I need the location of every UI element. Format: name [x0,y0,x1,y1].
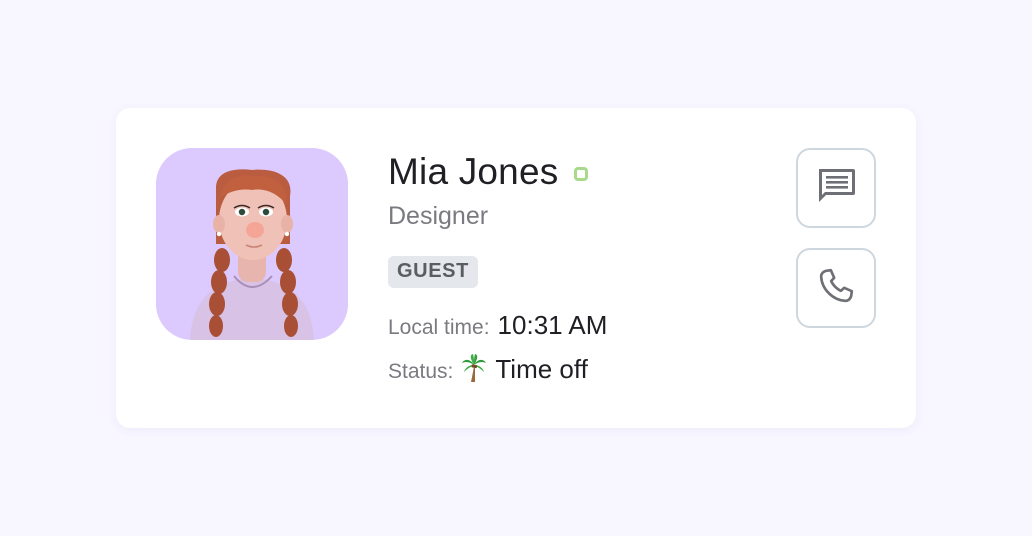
user-role: Designer [388,202,489,230]
local-time-row: Local time: 10:31 AM [388,310,788,350]
phone-icon [816,266,856,311]
avatar-illustration [190,169,314,340]
status-label: Status: [388,360,454,383]
palm-tree-icon [461,354,487,382]
message-icon [815,166,857,211]
presence-indicator [574,167,589,181]
guest-badge: GUEST [388,256,478,288]
call-button[interactable] [796,248,876,328]
avatar [156,148,348,340]
message-button[interactable] [796,148,876,228]
status-row: Status: Time off [388,350,788,390]
local-time-value: 10:31 AM [497,310,608,340]
status-value: Time off [495,354,588,384]
local-time-label: Local time: [388,316,490,339]
profile-info: Mia Jones Designer GUEST Local time: 10:… [388,148,788,390]
profile-details: Local time: 10:31 AM Status: Time off [388,310,788,390]
profile-card: Mia Jones Designer GUEST Local time: 10:… [116,108,916,428]
user-name: Mia Jones [388,151,559,192]
name-row: Mia Jones [388,148,788,196]
